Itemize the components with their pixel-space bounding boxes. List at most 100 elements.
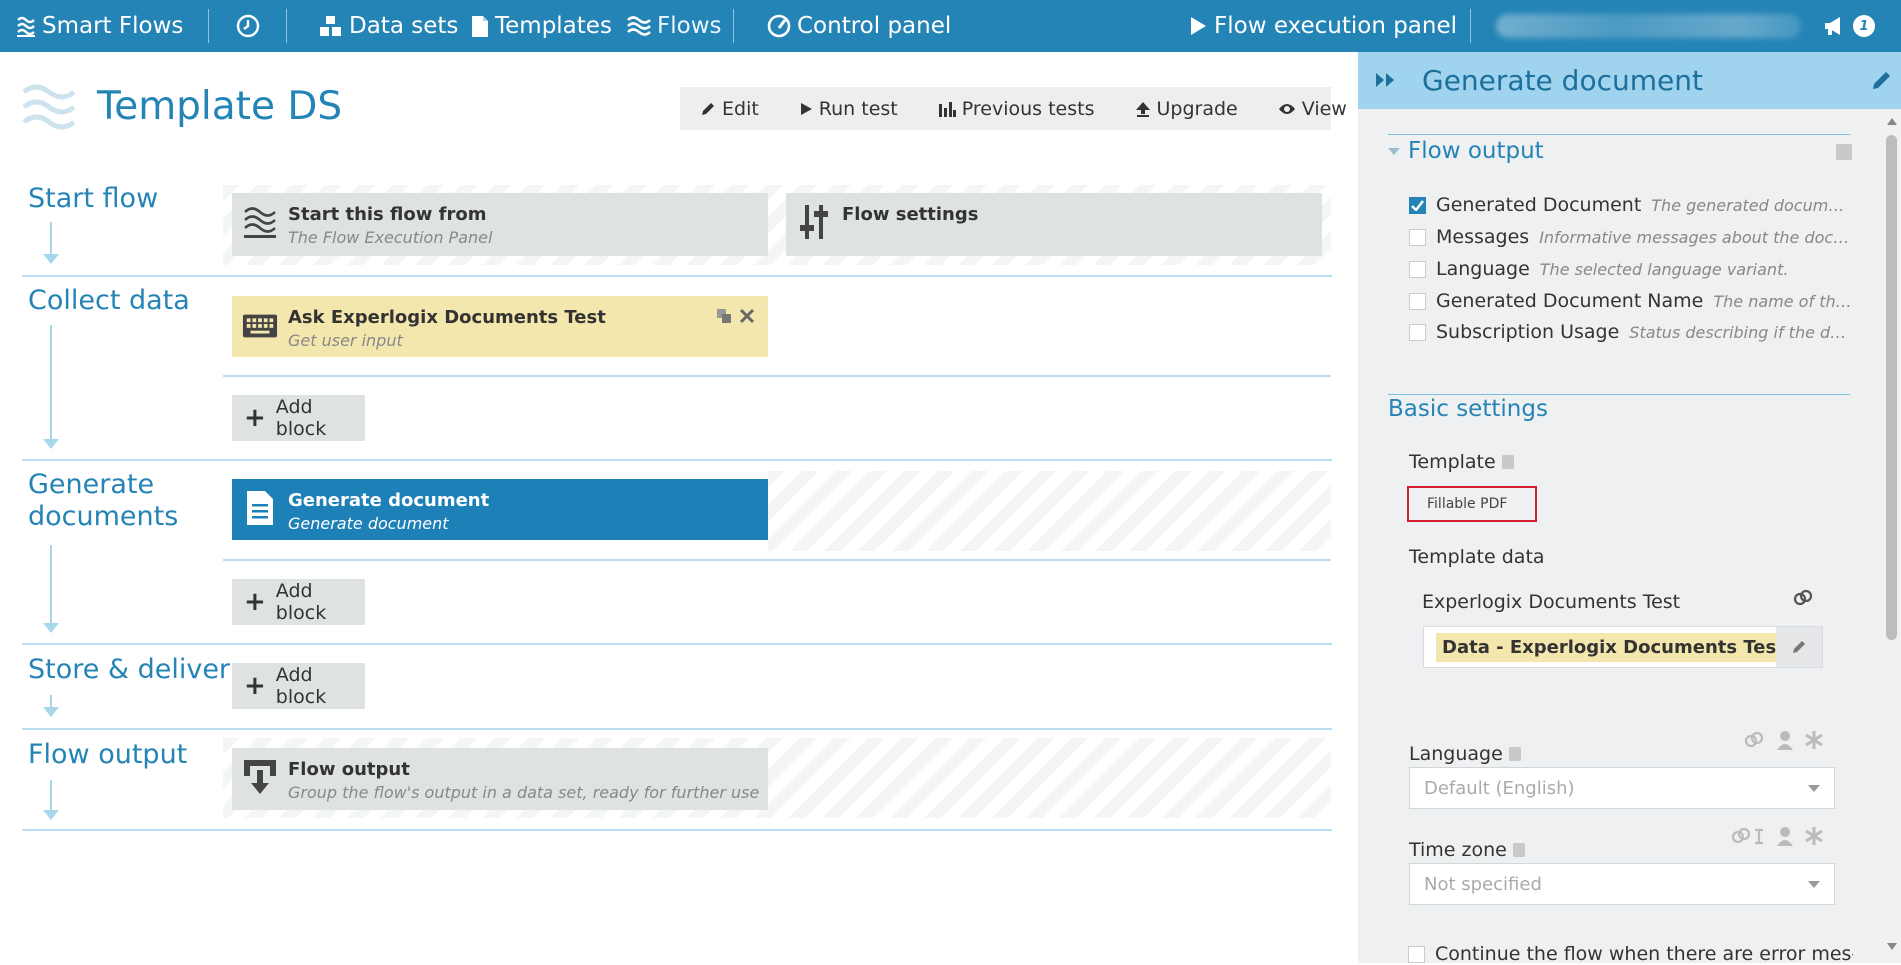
info-icon[interactable]	[1508, 747, 1521, 761]
checkbox[interactable]	[1409, 292, 1426, 310]
lane-title-collect-data: Collect data	[28, 285, 190, 316]
template-data-field[interactable]: Data - Experlogix Documents Test	[1423, 626, 1823, 668]
scroll-down-arrow-icon[interactable]	[1887, 943, 1897, 950]
megaphone-icon	[1825, 17, 1840, 35]
output-option-generated-document-name[interactable]: Generated Document Name The name of the …	[1409, 290, 1854, 312]
previous-tests-button[interactable]: Previous tests	[918, 87, 1115, 130]
flow-execution-panel-link[interactable]: Flow execution panel	[1188, 0, 1457, 52]
checkbox-checked[interactable]	[1409, 196, 1426, 214]
lane-divider	[22, 459, 1332, 461]
nav-divider	[1470, 9, 1471, 43]
asterisk-icon[interactable]	[1804, 730, 1824, 750]
check-icon	[1411, 199, 1424, 211]
add-block-button[interactable]: + Add block	[232, 395, 365, 441]
lane-arrow	[43, 222, 59, 264]
block-title: Generate document	[288, 490, 490, 511]
link-icon[interactable]	[1744, 730, 1764, 750]
checkbox[interactable]	[1409, 260, 1426, 278]
history-button[interactable]	[236, 0, 260, 52]
lane-divider	[223, 375, 1331, 377]
start-this-flow-from-block[interactable]: Start this flow from The Flow Execution …	[232, 193, 768, 256]
output-option-language[interactable]: Language The selected language variant.	[1409, 258, 1854, 280]
brand-label: Smart Flows	[42, 13, 184, 39]
output-option-subscription-usage[interactable]: Subscription Usage Status describing if …	[1409, 321, 1854, 343]
edit-pencil-icon[interactable]	[1871, 69, 1893, 91]
pencil-icon	[1793, 641, 1805, 653]
user-account-menu[interactable]	[1496, 0, 1801, 52]
collapse-panel-icon[interactable]	[1375, 71, 1397, 89]
lane-arrow	[43, 545, 59, 633]
info-icon[interactable]	[1512, 843, 1525, 857]
link-text-icon[interactable]	[1731, 826, 1765, 846]
close-icon[interactable]	[739, 308, 755, 324]
play-icon	[800, 102, 812, 115]
keyboard-icon	[242, 314, 278, 338]
checkbox[interactable]	[1409, 323, 1426, 341]
timezone-dropdown-value: Not specified	[1424, 873, 1542, 895]
copy-icon[interactable]	[716, 308, 732, 324]
add-block-button[interactable]: + Add block	[232, 663, 365, 709]
lane-title-start-flow: Start flow	[28, 183, 159, 214]
chevron-down-icon	[1808, 785, 1820, 792]
language-dropdown[interactable]: Default (English)	[1409, 767, 1835, 809]
run-test-label: Run test	[818, 97, 898, 120]
lane-divider	[22, 275, 1332, 277]
basic-settings-section-title: Basic settings	[1388, 396, 1548, 422]
nav-control-panel[interactable]: Control panel	[767, 0, 951, 52]
lane-divider	[22, 643, 1332, 645]
data-source-tag-label: Data - Experlogix Documents Test	[1442, 636, 1785, 658]
block-title: Start this flow from	[288, 204, 487, 225]
nav-control-panel-label: Control panel	[797, 13, 952, 39]
plus-icon: +	[244, 403, 266, 433]
info-icon[interactable]	[1836, 144, 1852, 160]
add-block-label: Add block	[275, 664, 327, 708]
data-source-tag: Data - Experlogix Documents Test	[1436, 632, 1818, 662]
add-block-button[interactable]: + Add block	[232, 579, 365, 625]
nav-flows[interactable]: Flows	[627, 0, 722, 52]
output-option-messages[interactable]: Messages Informative messages about the …	[1409, 226, 1854, 248]
generate-document-block[interactable]: Generate document Generate document	[232, 479, 768, 540]
flow-execution-panel-label: Flow execution panel	[1214, 13, 1458, 39]
waves-icon	[627, 16, 651, 36]
bar-chart-icon	[938, 101, 956, 117]
nav-templates[interactable]: Templates	[471, 0, 612, 52]
checkbox[interactable]	[1409, 228, 1426, 246]
continue-on-error-option[interactable]: Continue the flow when there are error m…	[1408, 943, 1853, 965]
panel-scrollbar-thumb[interactable]	[1886, 135, 1897, 640]
flow-output-section-toggle[interactable]: Flow output	[1388, 138, 1544, 164]
section-rule	[1388, 134, 1850, 135]
ask-user-input-block[interactable]: Ask Experlogix Documents Test Get user i…	[232, 296, 768, 357]
scroll-up-arrow-icon[interactable]	[1887, 118, 1897, 125]
user-icon[interactable]	[1776, 730, 1794, 750]
eye-icon	[1278, 103, 1295, 114]
flow-settings-block[interactable]: Flow settings	[786, 193, 1322, 256]
upgrade-button[interactable]: Upgrade	[1115, 87, 1258, 130]
template-data-source-label: Experlogix Documents Test	[1422, 591, 1681, 613]
edit-button[interactable]: Edit	[680, 87, 779, 130]
link-icon[interactable]	[1793, 588, 1813, 608]
brand-smart-flows[interactable]: Smart Flows	[16, 0, 183, 52]
gauge-icon	[767, 14, 791, 38]
output-option-generated-document[interactable]: Generated Document The generated documen…	[1409, 194, 1854, 216]
view-button[interactable]: View	[1258, 87, 1367, 130]
template-select-value[interactable]: Fillable PDF	[1407, 486, 1537, 522]
flow-waves-icon	[22, 84, 76, 130]
announcements-button[interactable]: 1	[1823, 0, 1875, 52]
language-dropdown-value: Default (English)	[1424, 777, 1575, 799]
flow-output-block[interactable]: Flow output Group the flow's output in a…	[232, 748, 768, 810]
user-icon[interactable]	[1776, 826, 1794, 846]
block-title: Flow output	[288, 759, 410, 780]
datasets-icon	[320, 16, 341, 36]
asterisk-icon[interactable]	[1804, 826, 1824, 846]
info-icon[interactable]	[1501, 455, 1514, 469]
edit-mapping-button[interactable]	[1776, 627, 1822, 667]
timezone-dropdown[interactable]: Not specified	[1409, 863, 1835, 905]
checkbox[interactable]	[1408, 945, 1425, 963]
upgrade-label: Upgrade	[1156, 97, 1238, 120]
nav-data-sets[interactable]: Data sets	[319, 0, 458, 52]
run-test-button[interactable]: Run test	[779, 87, 918, 130]
lane-arrow	[43, 325, 59, 449]
lane-title-line: Generate	[28, 469, 155, 500]
nav-data-sets-label: Data sets	[349, 13, 459, 39]
smart-flows-logo-icon	[17, 16, 35, 37]
